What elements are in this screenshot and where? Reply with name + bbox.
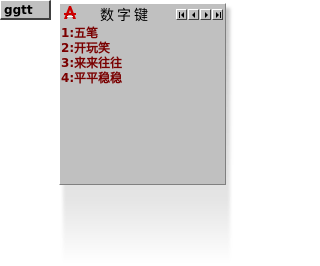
candidate-item-3[interactable]: 3:来来往往 [61,56,122,71]
candidate-item-4[interactable]: 4:平平稳稳 [61,71,122,86]
candidate-list: 1:五笔 2:开玩笑 3:来来往往 4:平平稳稳 [61,26,122,86]
candidate-key: 4: [61,71,75,85]
candidate-text: 平平稳稳 [74,71,123,85]
composition-text: ggtt [4,3,33,17]
last-page-button[interactable] [212,9,223,20]
candidate-text: 开玩笑 [74,41,111,55]
candidate-window: 数字键 1:五笔 2:开玩笑 3:来来往往 4:平平稳稳 [59,3,226,185]
candidate-item-2[interactable]: 2:开玩笑 [61,41,122,56]
previous-page-button[interactable] [188,9,199,20]
candidate-key: 2: [61,41,75,55]
first-page-button[interactable] [176,9,187,20]
page-navigation [176,9,224,21]
candidate-text: 来来往往 [74,56,123,70]
candidate-window-title: 数字键 [100,8,151,24]
candidate-key: 3: [61,56,75,70]
next-page-button[interactable] [200,9,211,20]
first-page-icon [179,12,184,18]
previous-page-icon [192,12,195,18]
ime-logo-icon [64,6,76,19]
candidate-text: 五笔 [74,26,99,40]
candidate-item-1[interactable]: 1:五笔 [61,26,122,41]
last-page-icon [216,12,221,18]
composition-window: ggtt [0,0,51,20]
next-page-icon [205,12,208,18]
candidate-key: 1: [61,26,75,40]
candidate-window-titlebar[interactable]: 数字键 [60,4,225,24]
